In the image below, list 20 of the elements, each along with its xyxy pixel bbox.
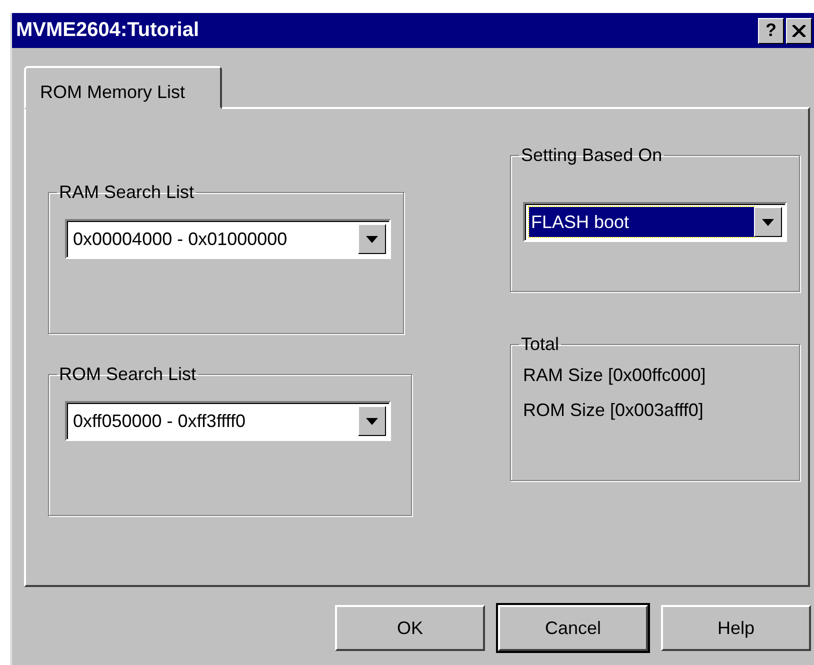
dropdown[interactable]: 0xff050000 - 0xff3ffff0 [65,401,391,441]
dropdown-arrow-icon [366,236,378,242]
tab[interactable]: ROM Memory List [24,66,222,109]
size-label: ROM Size [0x003afff0] [523,400,704,421]
group-title: Total [520,334,560,355]
close-button[interactable] [786,18,812,44]
size-label: RAM Size [0x00ffc000] [523,365,707,386]
help-button[interactable]: ? [758,18,784,44]
dropdown[interactable]: FLASH boot [523,202,787,242]
dialog-button[interactable]: Help [661,605,811,651]
dropdown-arrow-icon [366,418,378,424]
group-title: ROM Search List [58,364,198,385]
dialog-button[interactable]: OK [335,605,485,651]
dialog-button[interactable]: Cancel [498,605,648,651]
window-title: MVME2604:Tutorial [16,19,200,42]
dropdown[interactable]: 0x00004000 - 0x01000000 [65,219,391,259]
dropdown-arrow-icon [762,218,774,226]
group-title: Setting Based On [520,145,664,166]
group-title: RAM Search List [58,182,196,203]
close-icon [792,24,806,36]
